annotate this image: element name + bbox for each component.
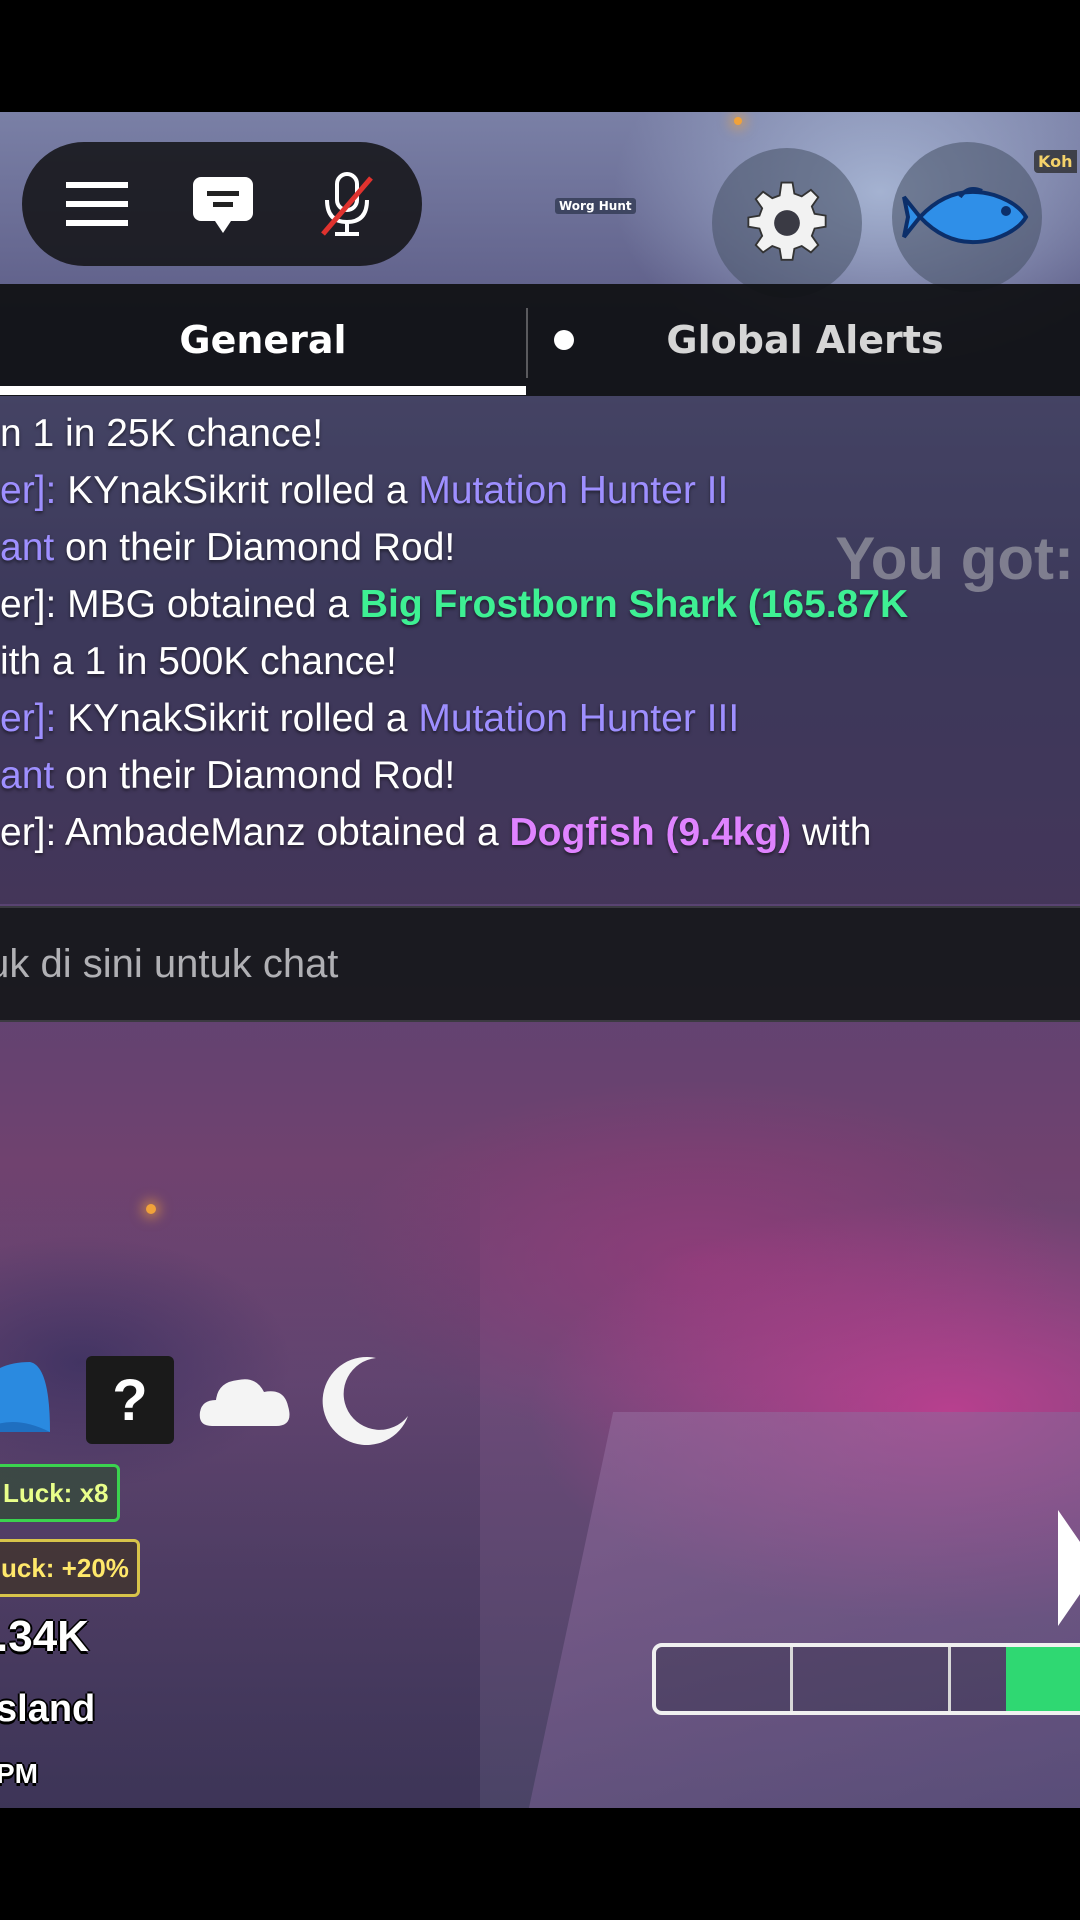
moon-icon: [316, 1354, 412, 1450]
luck-bonus-badge: uck: +20%: [0, 1539, 140, 1597]
roblox-topbar: [22, 142, 422, 266]
chat-input-box[interactable]: [0, 906, 1080, 1022]
chat-text: KYnakSikrit rolled a: [67, 697, 419, 740]
next-arrow-icon[interactable]: [1058, 1510, 1080, 1626]
sparkle: [734, 117, 742, 125]
chat-window: General Global Alerts You got: n 1 in 25…: [0, 284, 1080, 1022]
mystery-box-icon: ?: [86, 1356, 174, 1444]
money-counter: .34K: [0, 1612, 89, 1661]
chat-text: with: [791, 811, 872, 854]
progress-segment-divider: [790, 1647, 793, 1711]
corner-label: Koh: [1034, 150, 1077, 173]
stone-slab: [506, 1412, 1080, 1808]
tab-global-alerts[interactable]: Global Alerts: [530, 284, 1080, 396]
chat-line: er]: AmbadeManz obtained a Dogfish (9.4k…: [0, 811, 871, 855]
chat-text: on their Diamond Rod!: [54, 526, 456, 569]
chat-line: ith a 1 in 500K chance!: [0, 640, 397, 684]
chat-text: n 1 in 25K chance!: [0, 412, 324, 455]
sparkle: [146, 1204, 156, 1214]
chat-highlight: ant: [0, 754, 55, 797]
umbrella-icon: [0, 1352, 52, 1444]
chat-line: ant on their Diamond Rod!: [0, 526, 455, 570]
chat-text: KYnakSikrit rolled a: [67, 469, 419, 512]
chat-text: ith a 1 in 500K chance!: [0, 640, 397, 683]
fish-icon: [902, 187, 1029, 245]
chat-bubble-icon[interactable]: [190, 174, 256, 236]
chat-line: er]: KYnakSikrit rolled a Mutation Hunte…: [0, 697, 739, 741]
fish-inventory-button[interactable]: [892, 142, 1042, 292]
luck-multiplier-badge: Luck: x8: [0, 1464, 120, 1522]
chat-line: er]: KYnakSikrit rolled a Mutation Hunte…: [0, 469, 728, 513]
settings-button[interactable]: [712, 148, 862, 298]
chat-highlight: Mutation Hunter II: [418, 469, 729, 512]
chat-highlight: ant: [0, 526, 55, 569]
chat-highlight: er]:: [0, 697, 68, 740]
location-label: sland: [0, 1688, 96, 1730]
hamburger-menu-icon[interactable]: [64, 176, 130, 232]
progress-segment-divider: [948, 1647, 951, 1711]
chat-text: er]: AmbadeManz obtained a: [0, 811, 510, 854]
cloud-icon: [198, 1370, 294, 1430]
chat-tabs: General Global Alerts: [0, 284, 1080, 396]
progress-fill: [1005, 1647, 1080, 1711]
chat-highlight: er]:: [0, 469, 68, 512]
gear-icon: [747, 181, 827, 261]
chat-highlight: Mutation Hunter III: [418, 697, 740, 740]
chat-line: ant on their Diamond Rod!: [0, 754, 455, 798]
chat-text: on their Diamond Rod!: [54, 754, 456, 797]
microphone-muted-icon[interactable]: [312, 170, 382, 240]
chat-line: er]: MBG obtained a Big Frostborn Shark …: [0, 583, 908, 627]
chat-line: n 1 in 25K chance!: [0, 412, 323, 456]
minimap-label: Worg Hunt: [555, 198, 636, 214]
tab-general[interactable]: General: [0, 284, 526, 396]
chat-messages[interactable]: You got: n 1 in 25K chance! er]: KYnakSi…: [0, 396, 1080, 904]
catch-progress-bar: [652, 1643, 1080, 1715]
mystery-question-mark: ?: [112, 1367, 148, 1433]
active-tab-indicator: [0, 386, 526, 395]
chat-text: er]: MBG obtained a: [0, 583, 360, 626]
chat-input[interactable]: [0, 908, 1080, 1020]
chat-highlight: Big Frostborn Shark (165.87K: [359, 583, 909, 626]
tab-divider: [526, 308, 528, 378]
chat-highlight: Dogfish (9.4kg): [509, 811, 792, 854]
time-label: PM: [0, 1758, 38, 1789]
